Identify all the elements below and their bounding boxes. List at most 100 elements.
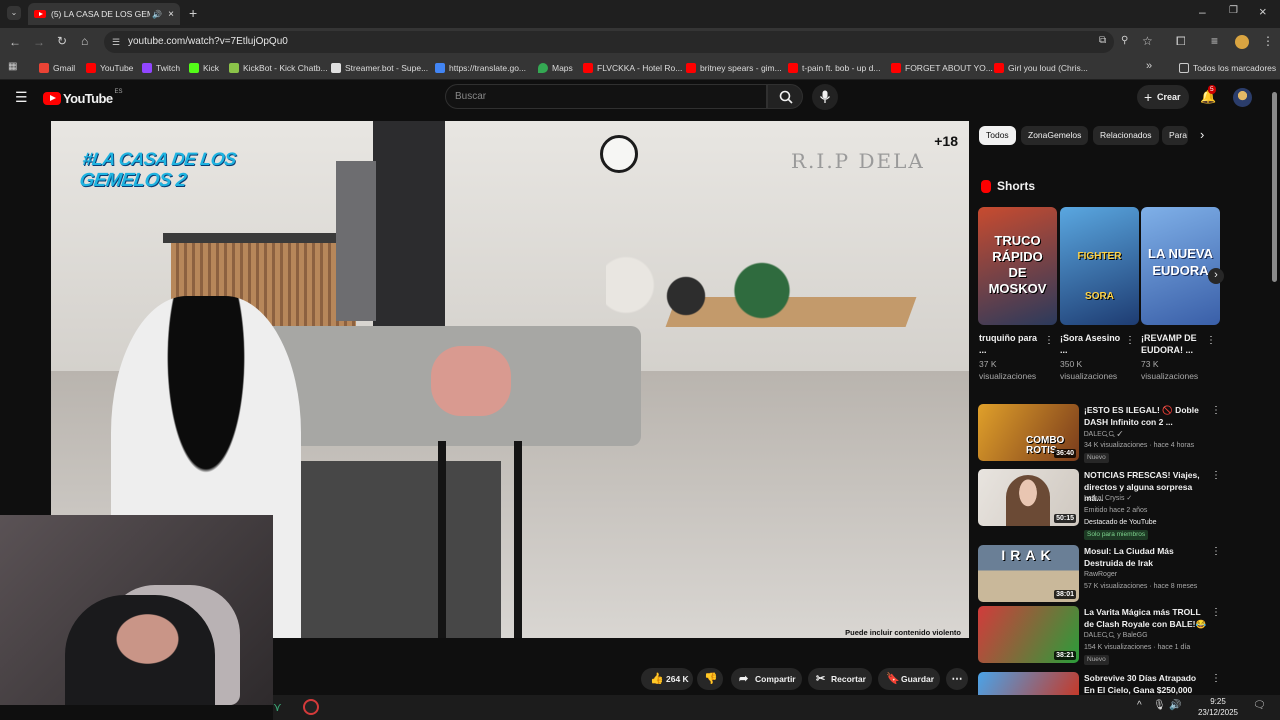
more-icon[interactable]: ⋮ xyxy=(1211,471,1221,481)
channel-name[interactable]: RawRoger xyxy=(1084,569,1214,581)
bookmark-maps[interactable]: Maps xyxy=(538,61,573,75)
bookmark-star-icon[interactable]: ☆ xyxy=(1142,35,1153,47)
profile-avatar[interactable] xyxy=(1235,35,1249,49)
new-tab-icon[interactable]: + xyxy=(189,6,197,20)
video-title[interactable]: La Varita Mágica más TROLL de Clash Roya… xyxy=(1084,607,1208,630)
bookmark-kickbot[interactable]: KickBot - Kick Chatb... xyxy=(229,61,328,75)
more-icon[interactable]: ⋮ xyxy=(1206,336,1216,346)
more-bookmarks-icon[interactable]: » xyxy=(1146,61,1152,72)
restore-icon[interactable]: ❐ xyxy=(1229,6,1238,16)
bookmark-youtube[interactable]: YouTube xyxy=(86,61,133,75)
bookmark-flvckka[interactable]: FLVCKKA - Hotel Ro... xyxy=(583,61,682,75)
all-bookmarks[interactable]: Todos los marcadores xyxy=(1179,61,1276,75)
more-icon[interactable]: ⋮ xyxy=(1211,608,1221,618)
close-tab-icon[interactable]: × xyxy=(168,9,174,20)
video-thumbnail[interactable]: COMBO ROTIS 36:40 xyxy=(978,404,1079,461)
chip-todos[interactable]: Todos xyxy=(979,126,1016,145)
voice-search-button[interactable] xyxy=(812,84,838,110)
bookmark-gmail[interactable]: Gmail xyxy=(39,61,75,75)
bookmark-tpain[interactable]: t-pain ft. bob - up d... xyxy=(788,61,880,75)
obs-icon[interactable] xyxy=(303,699,319,715)
clip-button[interactable]: ✂ Recortar xyxy=(808,668,872,690)
bookmark-girl-you-loud[interactable]: Girl you loud (Chris... xyxy=(994,61,1088,75)
short-thumbnail[interactable]: TRUCO RÁPIDO DE MOSKOV xyxy=(978,207,1057,325)
tab-list-icon[interactable]: ⌄ xyxy=(7,6,21,20)
home-icon[interactable]: ⌂ xyxy=(81,35,88,47)
search-button[interactable] xyxy=(767,84,803,109)
clock[interactable]: 9:25 23/12/2025 xyxy=(1191,696,1245,718)
short-title[interactable]: truquiño para ... xyxy=(979,332,1045,356)
address-bar[interactable]: ☰ youtube.com/watch?v=7EtlujOpQu0 xyxy=(104,31,1114,53)
dislike-button[interactable]: 👎 xyxy=(697,668,723,690)
video-thumbnail[interactable] xyxy=(978,672,1079,695)
youtube-logo[interactable]: YouTube ES xyxy=(43,89,123,106)
bookmark-translate[interactable]: https://translate.go... xyxy=(435,61,526,75)
chip-zonagemelos[interactable]: ZonaGemelos xyxy=(1021,126,1089,145)
youtube-logo-icon xyxy=(43,91,61,105)
apps-icon[interactable]: ▦ xyxy=(8,62,17,72)
reload-icon[interactable]: ↻ xyxy=(57,35,67,47)
video-thumbnail[interactable]: 38:21 xyxy=(978,606,1079,663)
minimize-icon[interactable]: – xyxy=(1199,6,1206,18)
short-thumbnail[interactable]: FIGHTER SORA xyxy=(1060,207,1139,325)
more-actions-button[interactable]: ⋯ xyxy=(946,668,968,690)
forward-icon[interactable]: → xyxy=(33,36,45,48)
more-icon[interactable]: ⋮ xyxy=(1211,406,1221,416)
more-icon[interactable]: ⋮ xyxy=(1125,336,1135,346)
video-stats: 154 K visualizaciones · hace 1 día xyxy=(1084,644,1191,651)
video-title[interactable]: Sobrevive 30 Días Atrapado En El Cielo, … xyxy=(1084,673,1208,696)
tray-chevron-icon[interactable]: ^ xyxy=(1137,700,1142,711)
volume-icon[interactable]: 🔊 xyxy=(1169,700,1181,711)
channel-name[interactable]: ᎠᎪᏞᎬᏩᏩ y BaleGG xyxy=(1084,630,1214,642)
gmail-icon xyxy=(39,63,49,73)
short-title[interactable]: ¡Sora Asesino ... xyxy=(1060,332,1126,356)
browser-menu-icon[interactable]: ⋮ xyxy=(1262,35,1274,47)
channel-name[interactable]: Lethal Crysis ✓ xyxy=(1084,493,1214,505)
more-icon[interactable]: ⋮ xyxy=(1044,336,1054,346)
close-window-icon[interactable]: × xyxy=(1259,5,1267,18)
youtube-icon xyxy=(788,63,798,73)
chip-para[interactable]: Para xyxy=(1162,126,1188,145)
more-icon[interactable]: ⋮ xyxy=(1211,674,1221,684)
bookmark-streamerbot[interactable]: Streamer.bot - Supe... xyxy=(331,61,428,75)
short-views: 73 K visualizaciones xyxy=(1141,359,1199,381)
save-button[interactable]: 🔖 Guardar xyxy=(878,668,940,690)
folder-icon xyxy=(1179,63,1189,73)
video-thumbnail[interactable]: IRAK 38:01 xyxy=(978,545,1079,602)
video-thumbnail[interactable]: 50:15 xyxy=(978,469,1079,526)
page-scrollbar[interactable] xyxy=(1272,92,1277,282)
bookmark-kick[interactable]: Kick xyxy=(189,61,219,75)
video-title[interactable]: ¡ESTO ES ILEGAL! 🚫 Doble DASH Infinito c… xyxy=(1084,405,1208,428)
mic-tray-icon[interactable]: 🎙 xyxy=(1153,700,1166,711)
bookmark-twitch[interactable]: Twitch xyxy=(142,61,180,75)
short-thumbnail-text: TRUCO RÁPIDO DE MOSKOV xyxy=(988,233,1047,296)
video-title[interactable]: Mosul: La Ciudad Más Destruida de Irak xyxy=(1084,546,1208,569)
zoom-icon[interactable]: ⚲ xyxy=(1121,36,1128,46)
browser-tab[interactable]: (5) LA CASA DE LOS GEMELOS 🔊 × xyxy=(28,3,180,25)
chevron-right-icon[interactable]: › xyxy=(1200,128,1204,141)
speaker-icon[interactable]: 🔊 xyxy=(152,10,162,19)
vscode-icon[interactable]: ⋎ xyxy=(273,700,282,714)
account-avatar[interactable] xyxy=(1233,88,1252,107)
short-thumbnail[interactable]: LA NUEVA EUDORA xyxy=(1141,207,1220,325)
more-icon[interactable]: ⋮ xyxy=(1211,547,1221,557)
hamburger-menu-icon[interactable]: ☰ xyxy=(15,90,28,104)
kick-icon xyxy=(189,63,199,73)
extensions-icon[interactable]: ⧠ xyxy=(1176,35,1186,47)
shorts-next-button[interactable]: › xyxy=(1208,268,1224,284)
short-title[interactable]: ¡REVAMP DE EUDORA! ... xyxy=(1141,332,1207,356)
share-button[interactable]: ➦ Compartir xyxy=(731,668,802,690)
site-info-icon[interactable]: ☰ xyxy=(112,31,120,53)
bookmark-forget[interactable]: FORGET ABOUT YO... xyxy=(891,61,993,75)
media-control-icon[interactable]: ≡ xyxy=(1211,35,1218,47)
back-icon[interactable]: ← xyxy=(9,36,21,48)
chip-relacionados[interactable]: Relacionados xyxy=(1093,126,1159,145)
create-button[interactable]: + Crear xyxy=(1137,85,1189,109)
notification-center-icon[interactable]: 🗨 xyxy=(1253,700,1266,711)
bookmark-britney[interactable]: britney spears - gim... xyxy=(686,61,782,75)
install-icon[interactable]: ⧉ xyxy=(1099,36,1106,46)
search-input[interactable]: Buscar xyxy=(445,84,767,109)
like-button[interactable]: 👍 264 K xyxy=(641,668,693,690)
new-badge: Nuevo xyxy=(1084,453,1109,463)
notifications-button[interactable]: 🔔 5 xyxy=(1200,85,1218,106)
